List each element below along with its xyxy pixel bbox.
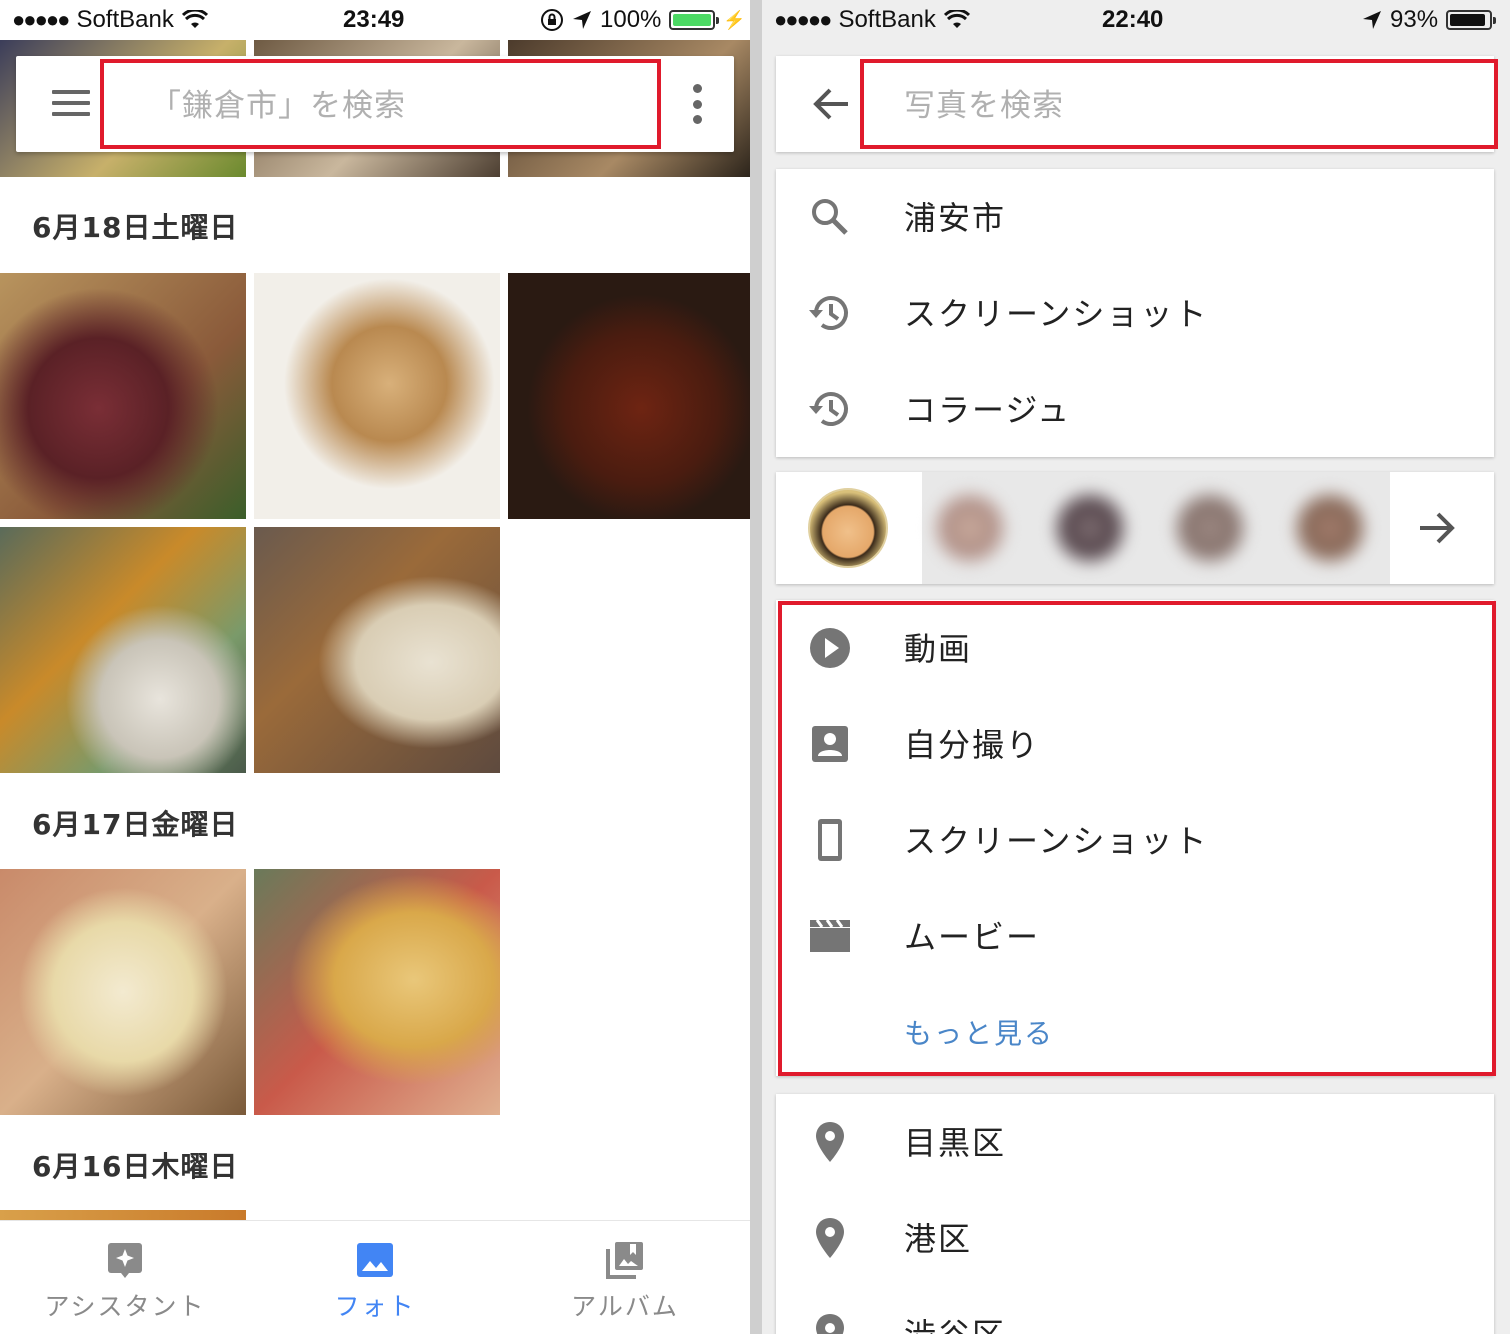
arrow-forward-icon[interactable]: [1416, 508, 1456, 548]
rotation-lock-icon: [541, 9, 563, 31]
nav-label: アシスタント: [44, 1292, 206, 1321]
battery-icon: [669, 10, 720, 30]
place-icon: [816, 1314, 844, 1334]
person-avatar[interactable]: [1290, 488, 1370, 568]
photos-screen: ●●●●● SoftBank 23:49 100% ⚡ 「鎌倉市」を検索 6月1…: [0, 0, 750, 1334]
battery-percent: 100%: [600, 6, 662, 33]
search-bar: 「鎌倉市」を検索: [16, 56, 734, 152]
recent-search-item[interactable]: コラージュ: [776, 361, 1494, 457]
search-bar: 写真を検索: [776, 56, 1494, 152]
person-avatar[interactable]: [1170, 488, 1250, 568]
place-label: 目黒区: [904, 1124, 1007, 1162]
status-bar: ●●●●● SoftBank 22:40 93%: [762, 0, 1510, 40]
category-item[interactable]: 動画: [776, 600, 1494, 696]
panel-divider: [750, 0, 762, 1334]
category-item[interactable]: 自分撮り: [776, 696, 1494, 792]
category-label: スクリーンショット: [904, 822, 1209, 860]
photo-thumbnail[interactable]: [0, 869, 246, 1115]
wifi-icon: [943, 10, 970, 28]
show-more-link[interactable]: もっと見る: [776, 984, 1494, 1080]
place-item[interactable]: 渋谷区: [776, 1286, 1494, 1334]
recent-search-label: 浦安市: [904, 199, 1007, 237]
photo-thumbnail[interactable]: [254, 869, 500, 1115]
play-circle-icon: [810, 628, 850, 668]
place-item[interactable]: 港区: [776, 1190, 1494, 1286]
signal-icon: ●●●●●: [774, 7, 832, 32]
category-item[interactable]: ムービー: [776, 888, 1494, 984]
location-arrow-icon: [573, 11, 591, 29]
nav-albums[interactable]: アルバム: [500, 1221, 750, 1334]
photo-thumbnail[interactable]: [254, 527, 500, 773]
search-input[interactable]: 「鎌倉市」を検索: [150, 80, 406, 125]
category-label: 動画: [904, 630, 973, 668]
photo-thumbnail[interactable]: [508, 273, 750, 519]
clock: 22:40: [1102, 6, 1164, 33]
battery-percent: 93%: [1390, 6, 1439, 33]
recent-search-label: スクリーンショット: [904, 295, 1209, 333]
menu-icon[interactable]: [52, 90, 90, 116]
location-arrow-icon: [1363, 11, 1381, 29]
categories-card: 動画 自分撮り スクリーンショット ムービー もっと見る: [776, 600, 1494, 1076]
search-input[interactable]: 写真を検索: [904, 80, 1064, 125]
section-date: 6月17日金曜日: [32, 808, 239, 841]
recent-searches-card: 浦安市 スクリーンショット コラージュ: [776, 169, 1494, 457]
photo-thumbnail[interactable]: [0, 273, 246, 519]
category-label: 自分撮り: [904, 726, 1041, 764]
nav-photos[interactable]: フォト: [250, 1221, 500, 1334]
carrier-label: SoftBank: [76, 6, 174, 33]
clapperboard-icon: [810, 919, 850, 952]
history-icon: [809, 296, 848, 330]
category-item[interactable]: スクリーンショット: [776, 792, 1494, 888]
carrier-label: SoftBank: [838, 6, 936, 33]
phone-icon: [818, 819, 842, 861]
nav-assistant[interactable]: アシスタント: [0, 1221, 250, 1334]
history-icon: [809, 392, 848, 426]
more-options-icon[interactable]: [692, 84, 702, 124]
photo-thumbnail[interactable]: [254, 273, 500, 519]
blurred-faces: [922, 472, 1390, 584]
photos-icon: [357, 1243, 393, 1277]
status-bar: ●●●●● SoftBank 23:49 100% ⚡: [0, 0, 750, 40]
section-date: 6月16日木曜日: [32, 1150, 239, 1183]
photo-thumbnail[interactable]: [0, 527, 246, 773]
nav-label: アルバム: [571, 1292, 679, 1321]
person-avatar[interactable]: [808, 488, 888, 568]
clock: 23:49: [343, 6, 405, 33]
places-card: 目黒区 港区 渋谷区: [776, 1094, 1494, 1334]
show-more-label: もっと見る: [904, 1017, 1055, 1050]
search-screen: ●●●●● SoftBank 22:40 93% 写真を検索 浦安市 スクリーン…: [762, 0, 1510, 1334]
nav-label: フォト: [334, 1292, 416, 1321]
signal-icon: ●●●●●: [12, 7, 70, 32]
person-avatar[interactable]: [930, 488, 1010, 568]
people-card: [776, 472, 1494, 584]
place-icon: [816, 1122, 844, 1162]
place-label: 渋谷区: [904, 1310, 1006, 1334]
charging-icon: ⚡: [723, 9, 746, 30]
wifi-icon: [181, 10, 208, 28]
place-icon: [816, 1218, 844, 1258]
battery-icon: [1446, 10, 1497, 30]
place-label: 港区: [904, 1220, 973, 1258]
albums-icon: [606, 1242, 643, 1279]
category-label: ムービー: [904, 918, 1041, 956]
back-arrow-icon[interactable]: [812, 84, 852, 124]
bottom-navigation: アシスタント フォト アルバム: [0, 1220, 750, 1334]
recent-search-item[interactable]: 浦安市: [776, 169, 1494, 265]
person-avatar[interactable]: [1050, 488, 1130, 568]
assistant-icon: [108, 1243, 142, 1278]
portrait-icon: [812, 726, 848, 762]
section-date: 6月18日土曜日: [32, 211, 239, 244]
place-item[interactable]: 目黒区: [776, 1094, 1494, 1190]
search-icon: [812, 199, 848, 235]
recent-search-item[interactable]: スクリーンショット: [776, 265, 1494, 361]
recent-search-label: コラージュ: [904, 391, 1072, 429]
